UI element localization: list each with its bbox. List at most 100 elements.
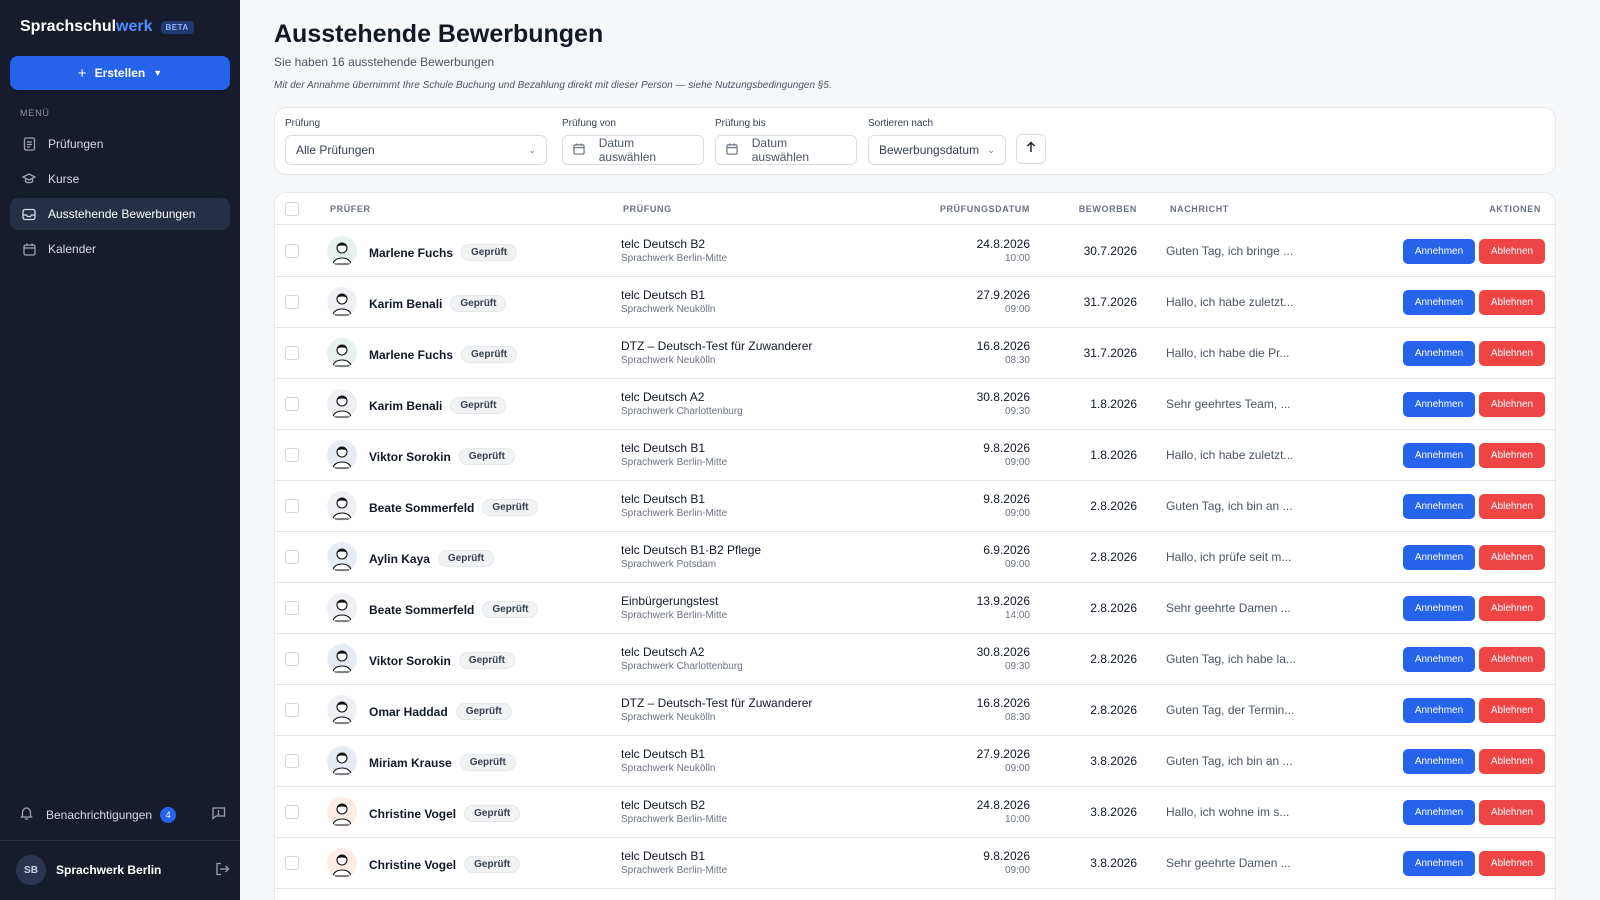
message-preview[interactable]: Guten Tag, ich bin an ... (1166, 499, 1293, 513)
table-row[interactable]: Beate Sommerfeld Geprüft telc Deutsch B1… (275, 481, 1555, 532)
table-row[interactable]: Miriam Krause Geprüft telc Deutsch B1 Sp… (275, 736, 1555, 787)
table-row[interactable]: Karim Benali Geprüft telc Deutsch B1 Spr… (275, 277, 1555, 328)
exam-date: 27.9.2026 (976, 747, 1030, 761)
accept-button[interactable]: Annehmen (1403, 698, 1475, 723)
message-preview[interactable]: Sehr geehrtes Team, ... (1166, 397, 1291, 411)
row-checkbox[interactable] (285, 754, 299, 768)
message-preview[interactable]: Guten Tag, ich habe la... (1166, 652, 1296, 666)
accept-button[interactable]: Annehmen (1403, 545, 1475, 570)
account-menu[interactable]: SB Sprachwerk Berlin (16, 855, 230, 885)
sort-direction-button[interactable] (1016, 134, 1046, 164)
reject-button[interactable]: Ablehnen (1479, 749, 1545, 774)
table-row[interactable]: Christine Vogel Geprüft telc Deutsch B1 … (275, 838, 1555, 889)
select-all-checkbox[interactable] (285, 202, 299, 216)
table-row[interactable]: Aylin Kaya Geprüft telc Deutsch B1·B2 Pf… (275, 532, 1555, 583)
brand-logo[interactable]: Sprachschulwerk BETA (20, 18, 194, 36)
table-row[interactable]: Christine Vogel Geprüft telc Deutsch B2 … (275, 787, 1555, 838)
message-preview[interactable]: Sehr geehrte Damen ... (1166, 856, 1291, 870)
examiner-name[interactable]: Viktor Sorokin (369, 654, 451, 668)
message-preview[interactable]: Guten Tag, ich bringe ... (1166, 244, 1293, 258)
examiner-name[interactable]: Beate Sommerfeld (369, 501, 474, 515)
reject-button[interactable]: Ablehnen (1479, 443, 1545, 468)
accept-button[interactable]: Annehmen (1403, 494, 1475, 519)
reject-button[interactable]: Ablehnen (1479, 239, 1545, 264)
column-applied[interactable]: BEWORBEN (1079, 204, 1137, 214)
feedback-icon[interactable] (211, 806, 226, 823)
reject-button[interactable]: Ablehnen (1479, 647, 1545, 672)
row-checkbox[interactable] (285, 601, 299, 615)
accept-button[interactable]: Annehmen (1403, 647, 1475, 672)
accept-button[interactable]: Annehmen (1403, 749, 1475, 774)
message-preview[interactable]: Hallo, ich habe die Pr... (1166, 346, 1289, 360)
accept-button[interactable]: Annehmen (1403, 800, 1475, 825)
reject-button[interactable]: Ablehnen (1479, 851, 1545, 876)
row-checkbox[interactable] (285, 295, 299, 309)
row-checkbox[interactable] (285, 703, 299, 717)
table-row[interactable]: Viktor Sorokin Geprüft telc Deutsch B1 S… (275, 430, 1555, 481)
message-preview[interactable]: Guten Tag, der Termin... (1166, 703, 1294, 717)
examiner-name[interactable]: Karim Benali (369, 297, 442, 311)
message-preview[interactable]: Hallo, ich prüfe seit m... (1166, 550, 1291, 564)
accept-button[interactable]: Annehmen (1403, 443, 1475, 468)
reject-button[interactable]: Ablehnen (1479, 800, 1545, 825)
examiner-name[interactable]: Marlene Fuchs (369, 246, 453, 260)
examiner-name[interactable]: Christine Vogel (369, 858, 456, 872)
sidebar-item-kalender[interactable]: Kalender (10, 233, 230, 265)
accept-button[interactable]: Annehmen (1403, 290, 1475, 315)
row-checkbox[interactable] (285, 499, 299, 513)
column-exam-date[interactable]: PRÜFUNGSDATUM (940, 204, 1030, 214)
row-checkbox[interactable] (285, 856, 299, 870)
message-preview[interactable]: Hallo, ich habe zuletzt... (1166, 448, 1293, 462)
row-checkbox[interactable] (285, 805, 299, 819)
sidebar-item-pruefungen[interactable]: Prüfungen (10, 128, 230, 160)
column-exam[interactable]: PRÜFUNG (623, 204, 672, 214)
examiner-name[interactable]: Beate Sommerfeld (369, 603, 474, 617)
examiner-name[interactable]: Aylin Kaya (369, 552, 430, 566)
message-preview[interactable]: Hallo, ich wohne im s... (1166, 805, 1289, 819)
logout-icon[interactable] (215, 862, 230, 879)
examiner-name[interactable]: Karim Benali (369, 399, 442, 413)
examiner-name[interactable]: Miriam Krause (369, 756, 452, 770)
row-checkbox[interactable] (285, 652, 299, 666)
row-checkbox[interactable] (285, 346, 299, 360)
reject-button[interactable]: Ablehnen (1479, 392, 1545, 417)
reject-button[interactable]: Ablehnen (1479, 341, 1545, 366)
exam-select[interactable]: Alle Prüfungen ⌄ (285, 135, 547, 165)
column-examiner[interactable]: PRÜFER (330, 204, 371, 214)
accept-button[interactable]: Annehmen (1403, 596, 1475, 621)
table-row[interactable]: Karim Benali Geprüft telc Deutsch A2 Spr… (275, 379, 1555, 430)
exam-date-cell: 6.9.2026 09:00 (983, 543, 1030, 571)
create-button[interactable]: + Erstellen ▼ (10, 56, 230, 90)
reject-button[interactable]: Ablehnen (1479, 596, 1545, 621)
sort-select[interactable]: Bewerbungsdatum ⌄ (868, 135, 1006, 165)
message-preview[interactable]: Sehr geehrte Damen ... (1166, 601, 1291, 615)
row-checkbox[interactable] (285, 397, 299, 411)
message-preview[interactable]: Guten Tag, ich bin an ... (1166, 754, 1293, 768)
row-checkbox[interactable] (285, 448, 299, 462)
table-row[interactable]: Marlene Fuchs Geprüft telc Deutsch B2 Sp… (275, 226, 1555, 277)
date-to-picker[interactable]: Datum auswählen (715, 135, 857, 165)
accept-button[interactable]: Annehmen (1403, 239, 1475, 264)
date-from-picker[interactable]: Datum auswählen (562, 135, 704, 165)
sidebar-item-ausstehende-bewerbungen[interactable]: Ausstehende Bewerbungen (10, 198, 230, 230)
sidebar-item-kurse[interactable]: Kurse (10, 163, 230, 195)
examiner-name[interactable]: Christine Vogel (369, 807, 456, 821)
table-row[interactable]: Beate Sommerfeld Geprüft Einbürgerungste… (275, 583, 1555, 634)
accept-button[interactable]: Annehmen (1403, 341, 1475, 366)
examiner-name[interactable]: Omar Haddad (369, 705, 448, 719)
examiner-name[interactable]: Viktor Sorokin (369, 450, 451, 464)
message-preview[interactable]: Hallo, ich habe zuletzt... (1166, 295, 1293, 309)
notifications-item[interactable]: Benachrichtigungen 4 (19, 806, 226, 823)
reject-button[interactable]: Ablehnen (1479, 545, 1545, 570)
reject-button[interactable]: Ablehnen (1479, 494, 1545, 519)
row-checkbox[interactable] (285, 244, 299, 258)
table-row[interactable]: Viktor Sorokin Geprüft telc Deutsch A2 S… (275, 634, 1555, 685)
reject-button[interactable]: Ablehnen (1479, 290, 1545, 315)
table-row[interactable]: Marlene Fuchs Geprüft DTZ – Deutsch-Test… (275, 328, 1555, 379)
reject-button[interactable]: Ablehnen (1479, 698, 1545, 723)
accept-button[interactable]: Annehmen (1403, 392, 1475, 417)
accept-button[interactable]: Annehmen (1403, 851, 1475, 876)
examiner-name[interactable]: Marlene Fuchs (369, 348, 453, 362)
row-checkbox[interactable] (285, 550, 299, 564)
table-row[interactable]: Omar Haddad Geprüft DTZ – Deutsch-Test f… (275, 685, 1555, 736)
